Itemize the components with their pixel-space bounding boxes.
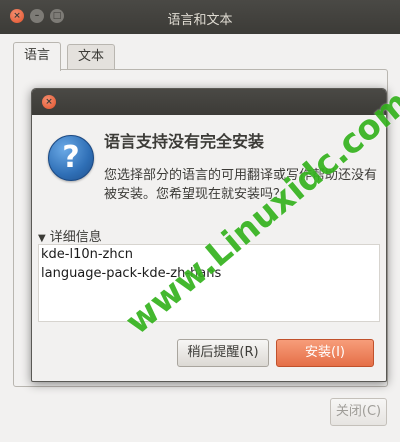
dialog-heading: 语言支持没有完全安装 xyxy=(104,132,265,151)
tab-text[interactable]: 文本 xyxy=(67,44,116,69)
details-label: 详细信息 xyxy=(49,230,102,245)
dialog-message: 您选择部分的语言的可用翻译或写作帮助还没有被安装。您希望现在就安装吗？ xyxy=(104,168,378,202)
remind-later-button[interactable]: 稍后提醒(R) xyxy=(177,339,269,367)
list-item: language-pack-kde-zh-hans xyxy=(41,266,222,281)
window-titlebar: × – □ 语言和文本 xyxy=(0,0,400,34)
install-button[interactable]: 安装(I) xyxy=(276,339,374,367)
tab-language[interactable]: 语言 xyxy=(13,42,62,71)
dialog-titlebar: × xyxy=(32,89,386,115)
window-title: 语言和文本 xyxy=(167,13,233,28)
dialog-close-icon[interactable]: × xyxy=(42,95,56,109)
close-button[interactable]: 关闭(C) xyxy=(330,398,387,426)
install-dialog: × ? 语言支持没有完全安装 您选择部分的语言的可用翻译或写作帮助还没有被安装。… xyxy=(31,88,387,382)
list-item: kde-l10n-zhcn xyxy=(41,247,134,262)
expander-arrow-icon: ▼ xyxy=(38,233,46,244)
details-expander[interactable]: ▼ 详细信息 xyxy=(38,226,102,245)
question-icon: ? xyxy=(48,135,94,181)
details-list: kde-l10n-zhcn language-pack-kde-zh-hans xyxy=(38,244,380,322)
